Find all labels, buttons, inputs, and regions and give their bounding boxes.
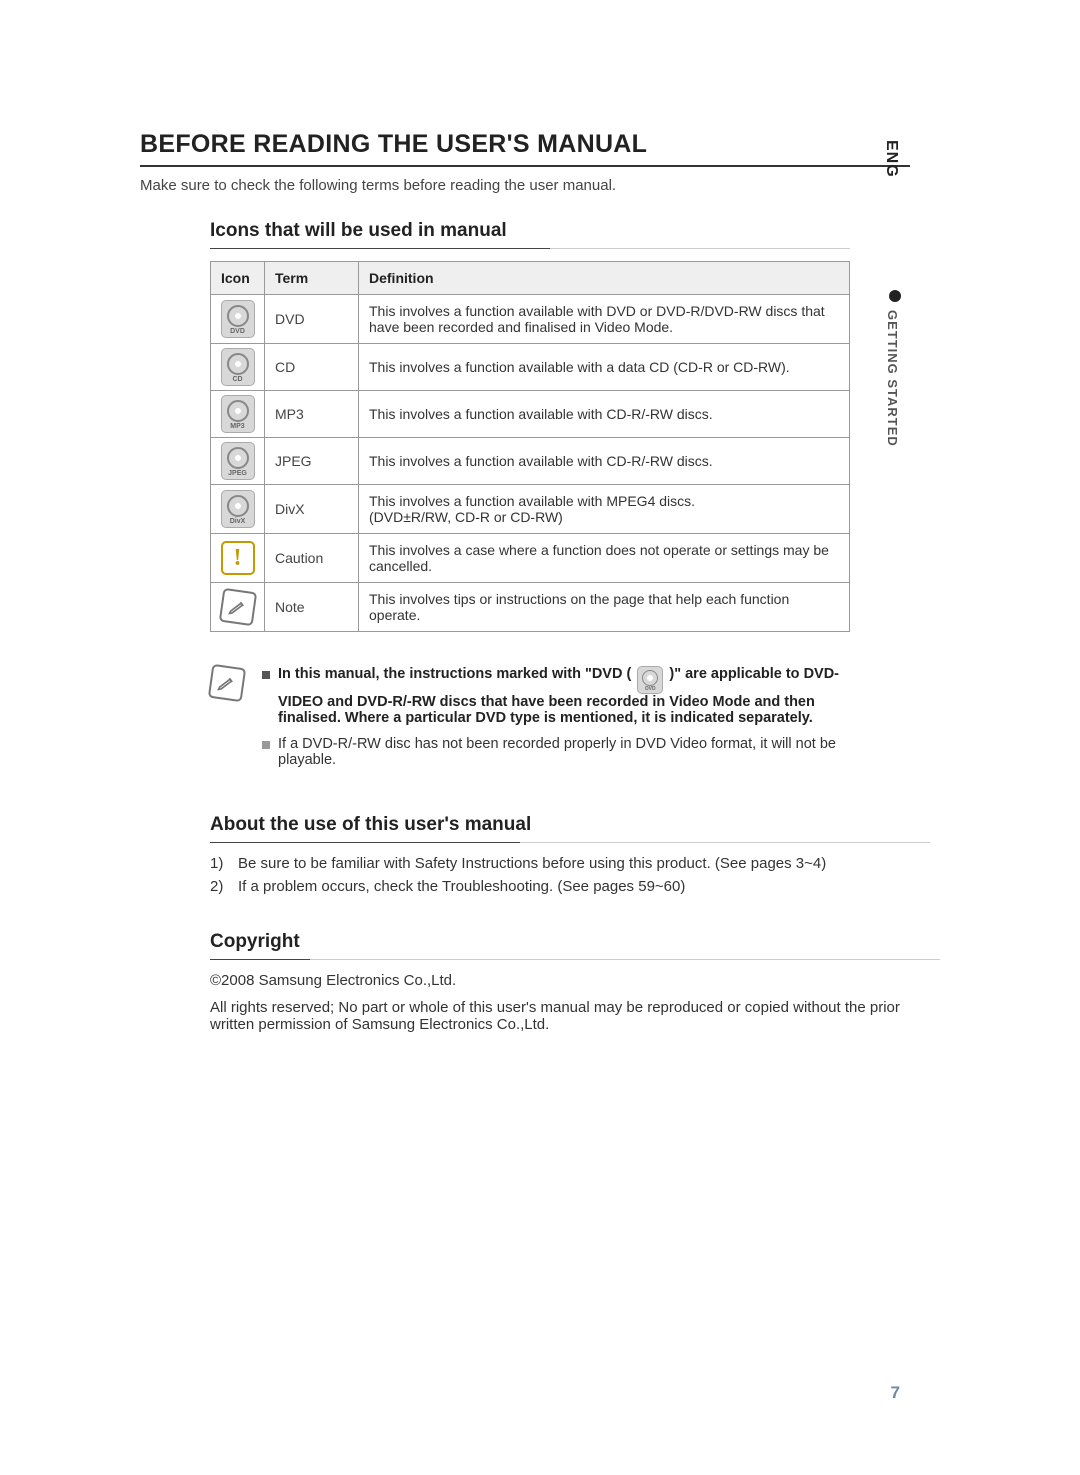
definition-cell: This involves a function available with … <box>359 485 850 534</box>
side-bullet-icon <box>889 290 901 302</box>
manual-page: ENG GETTING STARTED BEFORE READING THE U… <box>0 0 1080 1475</box>
definition-cell: This involves tips or instructions on th… <box>359 583 850 632</box>
page-title: BEFORE READING THE USER'S MANUAL <box>140 130 910 167</box>
divider <box>210 248 850 249</box>
about-list: 1) Be sure to be familiar with Safety In… <box>210 855 930 895</box>
icons-table: Icon Term Definition DVD DVD This involv… <box>210 261 850 632</box>
language-label: ENG <box>882 140 900 178</box>
th-term: Term <box>265 262 359 295</box>
bullet-icon <box>262 671 270 679</box>
copyright-body: ©2008 Samsung Electronics Co.,Ltd. All r… <box>210 972 940 1033</box>
section-label: GETTING STARTED <box>885 310 900 447</box>
note-item-bold: In this manual, the instructions marked … <box>262 666 850 726</box>
list-item: 1) Be sure to be familiar with Safety In… <box>210 855 930 872</box>
divider <box>210 842 930 843</box>
term-cell: Caution <box>265 534 359 583</box>
list-text: Be sure to be familiar with Safety Instr… <box>238 855 826 872</box>
table-row: MP3 MP3 This involves a function availab… <box>211 391 850 438</box>
bullet-icon <box>262 741 270 749</box>
notes-block: In this manual, the instructions marked … <box>210 658 850 778</box>
table-row: CD CD This involves a function available… <box>211 344 850 391</box>
table-row: ! Caution This involves a case where a f… <box>211 534 850 583</box>
term-cell: DivX <box>265 485 359 534</box>
note1-pre: In this manual, the instructions marked … <box>278 666 631 682</box>
copyright-line1: ©2008 Samsung Electronics Co.,Ltd. <box>210 972 940 989</box>
mp3-disc-icon: MP3 <box>221 395 255 433</box>
th-definition: Definition <box>359 262 850 295</box>
inline-dvd-icon: DVD <box>637 666 663 694</box>
term-cell: Note <box>265 583 359 632</box>
term-cell: JPEG <box>265 438 359 485</box>
list-text: If a problem occurs, check the Troublesh… <box>238 878 685 895</box>
definition-cell: This involves a case where a function do… <box>359 534 850 583</box>
note-pencil-icon <box>208 664 246 702</box>
definition-cell: This involves a function available with … <box>359 344 850 391</box>
note-pencil-icon <box>218 588 256 626</box>
note2-text: If a DVD-R/-RW disc has not been recorde… <box>278 736 850 768</box>
list-number: 2) <box>210 878 230 895</box>
copyright-section-title: Copyright <box>210 931 940 957</box>
definition-cell: This involves a function available with … <box>359 295 850 344</box>
th-icon: Icon <box>211 262 265 295</box>
note-item: If a DVD-R/-RW disc has not been recorde… <box>262 736 850 768</box>
definition-cell: This involves a function available with … <box>359 438 850 485</box>
definition-cell: This involves a function available with … <box>359 391 850 438</box>
term-cell: CD <box>265 344 359 391</box>
caution-icon: ! <box>221 541 255 575</box>
cd-disc-icon: CD <box>221 348 255 386</box>
jpeg-disc-icon: JPEG <box>221 442 255 480</box>
divider <box>210 959 940 960</box>
table-header-row: Icon Term Definition <box>211 262 850 295</box>
about-section-title: About the use of this user's manual <box>210 814 930 840</box>
term-cell: MP3 <box>265 391 359 438</box>
divx-disc-icon: DivX <box>221 490 255 528</box>
icons-section-title: Icons that will be used in manual <box>210 220 850 246</box>
table-row: Note This involves tips or instructions … <box>211 583 850 632</box>
table-row: DVD DVD This involves a function availab… <box>211 295 850 344</box>
table-row: JPEG JPEG This involves a function avail… <box>211 438 850 485</box>
page-number: 7 <box>891 1383 900 1403</box>
dvd-disc-icon: DVD <box>221 300 255 338</box>
table-row: DivX DivX This involves a function avail… <box>211 485 850 534</box>
list-item: 2) If a problem occurs, check the Troubl… <box>210 878 930 895</box>
intro-text: Make sure to check the following terms b… <box>140 177 910 194</box>
term-cell: DVD <box>265 295 359 344</box>
copyright-line2: All rights reserved; No part or whole of… <box>210 999 940 1033</box>
list-number: 1) <box>210 855 230 872</box>
